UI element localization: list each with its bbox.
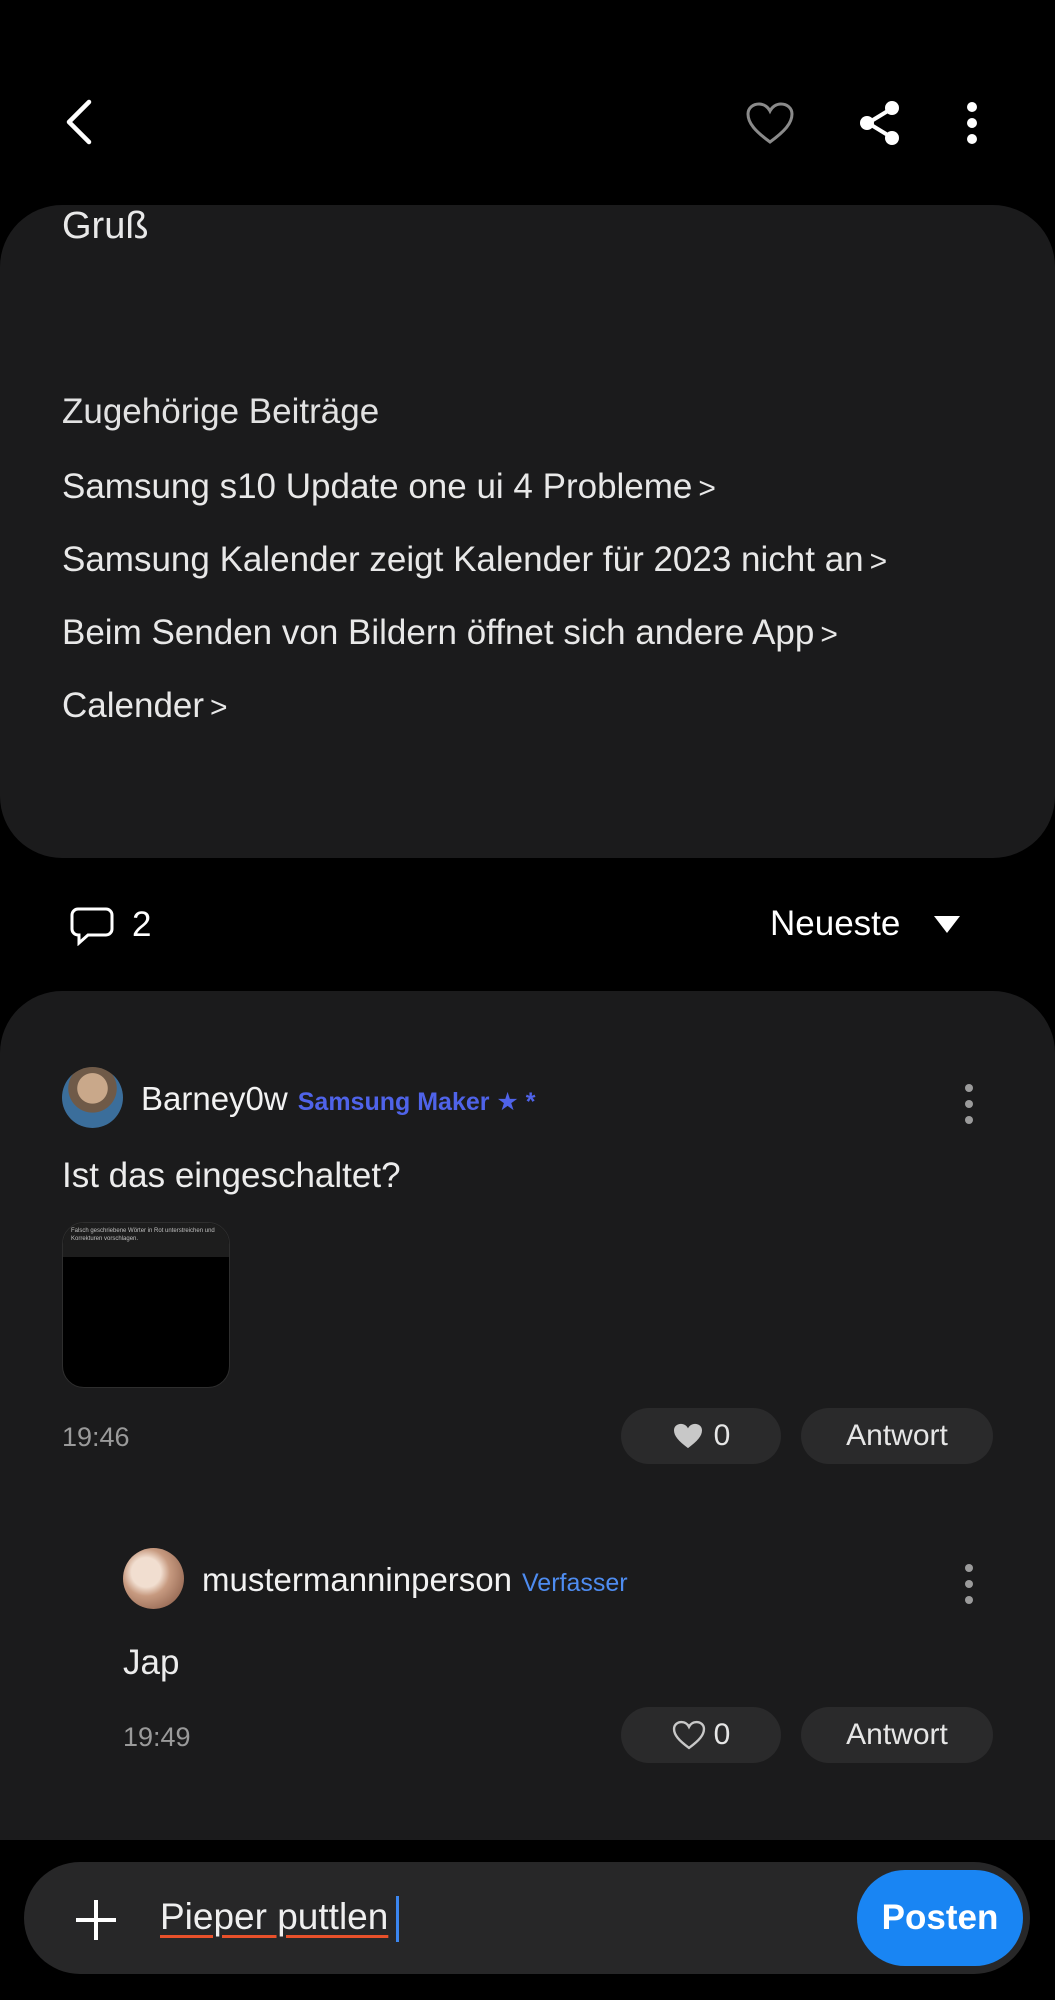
post-closing-text: Gruß (62, 205, 149, 247)
share-button[interactable] (850, 95, 910, 151)
share-icon (860, 101, 899, 145)
author-badge: Verfasser (522, 1569, 628, 1597)
heart-outline-icon (746, 102, 794, 144)
comment-more-button[interactable] (965, 1084, 973, 1132)
related-post-label: Beim Senden von Bildern öffnet sich ande… (62, 613, 815, 652)
plus-icon (76, 1900, 116, 1940)
attachment-caption: Falsch geschriebene Wörter in Rot unters… (63, 1223, 229, 1257)
like-count: 0 (713, 1718, 731, 1751)
comment-timestamp: 19:46 (62, 1422, 130, 1452)
comment-username[interactable]: Barney0w (141, 1080, 288, 1118)
related-post-link[interactable]: Samsung Kalender zeigt Kalender für 2023… (62, 540, 887, 580)
chevron-right-icon: > (698, 472, 716, 505)
related-post-link[interactable]: Calender > (62, 686, 228, 726)
heart-filled-icon (673, 1423, 702, 1449)
kebab-icon (967, 102, 977, 144)
comment-like-button[interactable]: 0 (621, 1408, 781, 1464)
reply-button[interactable]: Antwort (801, 1408, 993, 1464)
comment-text: Jap (123, 1643, 180, 1682)
reply-label: Antwort (846, 1718, 948, 1751)
chevron-right-icon: > (820, 618, 838, 651)
heart-outline-icon (672, 1720, 705, 1750)
more-options-button[interactable] (950, 95, 994, 151)
comment-like-button[interactable]: 0 (621, 1707, 781, 1763)
comment-count: 2 (132, 905, 152, 944)
post-body-card (0, 205, 1055, 858)
sort-dropdown[interactable]: Neueste (770, 904, 962, 944)
related-post-label: Samsung s10 Update one ui 4 Probleme (62, 467, 693, 506)
chevron-left-icon (66, 99, 92, 145)
comment-timestamp: 19:49 (123, 1722, 191, 1752)
reply-label: Antwort (846, 1419, 948, 1452)
related-post-link[interactable]: Beim Senden von Bildern öffnet sich ande… (62, 613, 838, 653)
avatar[interactable] (123, 1548, 184, 1609)
text-cursor (396, 1896, 400, 1943)
related-post-label: Calender (62, 686, 205, 725)
comment-input-value[interactable]: Pieper puttlen (160, 1896, 400, 1943)
add-attachment-button[interactable] (68, 1892, 124, 1948)
like-count: 0 (713, 1419, 731, 1452)
like-post-button[interactable] (740, 95, 800, 151)
dropdown-arrow-icon (934, 916, 961, 933)
related-post-label: Samsung Kalender zeigt Kalender für 2023… (62, 540, 864, 579)
comment-bubble-icon (70, 906, 114, 951)
reply-button[interactable]: Antwort (801, 1707, 993, 1763)
comment-author-row: Barney0w Samsung Maker ★ * (141, 1080, 536, 1118)
chevron-right-icon: > (869, 545, 888, 578)
comment-author-row: mustermanninperson Verfasser (202, 1561, 628, 1599)
user-rank-badge: Samsung Maker ★ * (297, 1088, 536, 1116)
comment-more-button[interactable] (965, 1564, 973, 1612)
comment-username[interactable]: mustermanninperson (202, 1561, 512, 1599)
post-button[interactable]: Posten (857, 1870, 1023, 1966)
comment-image-attachment[interactable]: Falsch geschriebene Wörter in Rot unters… (62, 1222, 230, 1388)
post-button-label: Posten (881, 1898, 999, 1937)
comment-text: Ist das eingeschaltet? (62, 1156, 401, 1195)
related-post-link[interactable]: Samsung s10 Update one ui 4 Probleme > (62, 467, 716, 507)
related-posts-title: Zugehörige Beiträge (62, 392, 380, 431)
sort-label: Neueste (770, 904, 901, 943)
chevron-right-icon: > (210, 691, 228, 724)
back-button[interactable] (50, 92, 110, 152)
avatar[interactable] (62, 1067, 123, 1128)
